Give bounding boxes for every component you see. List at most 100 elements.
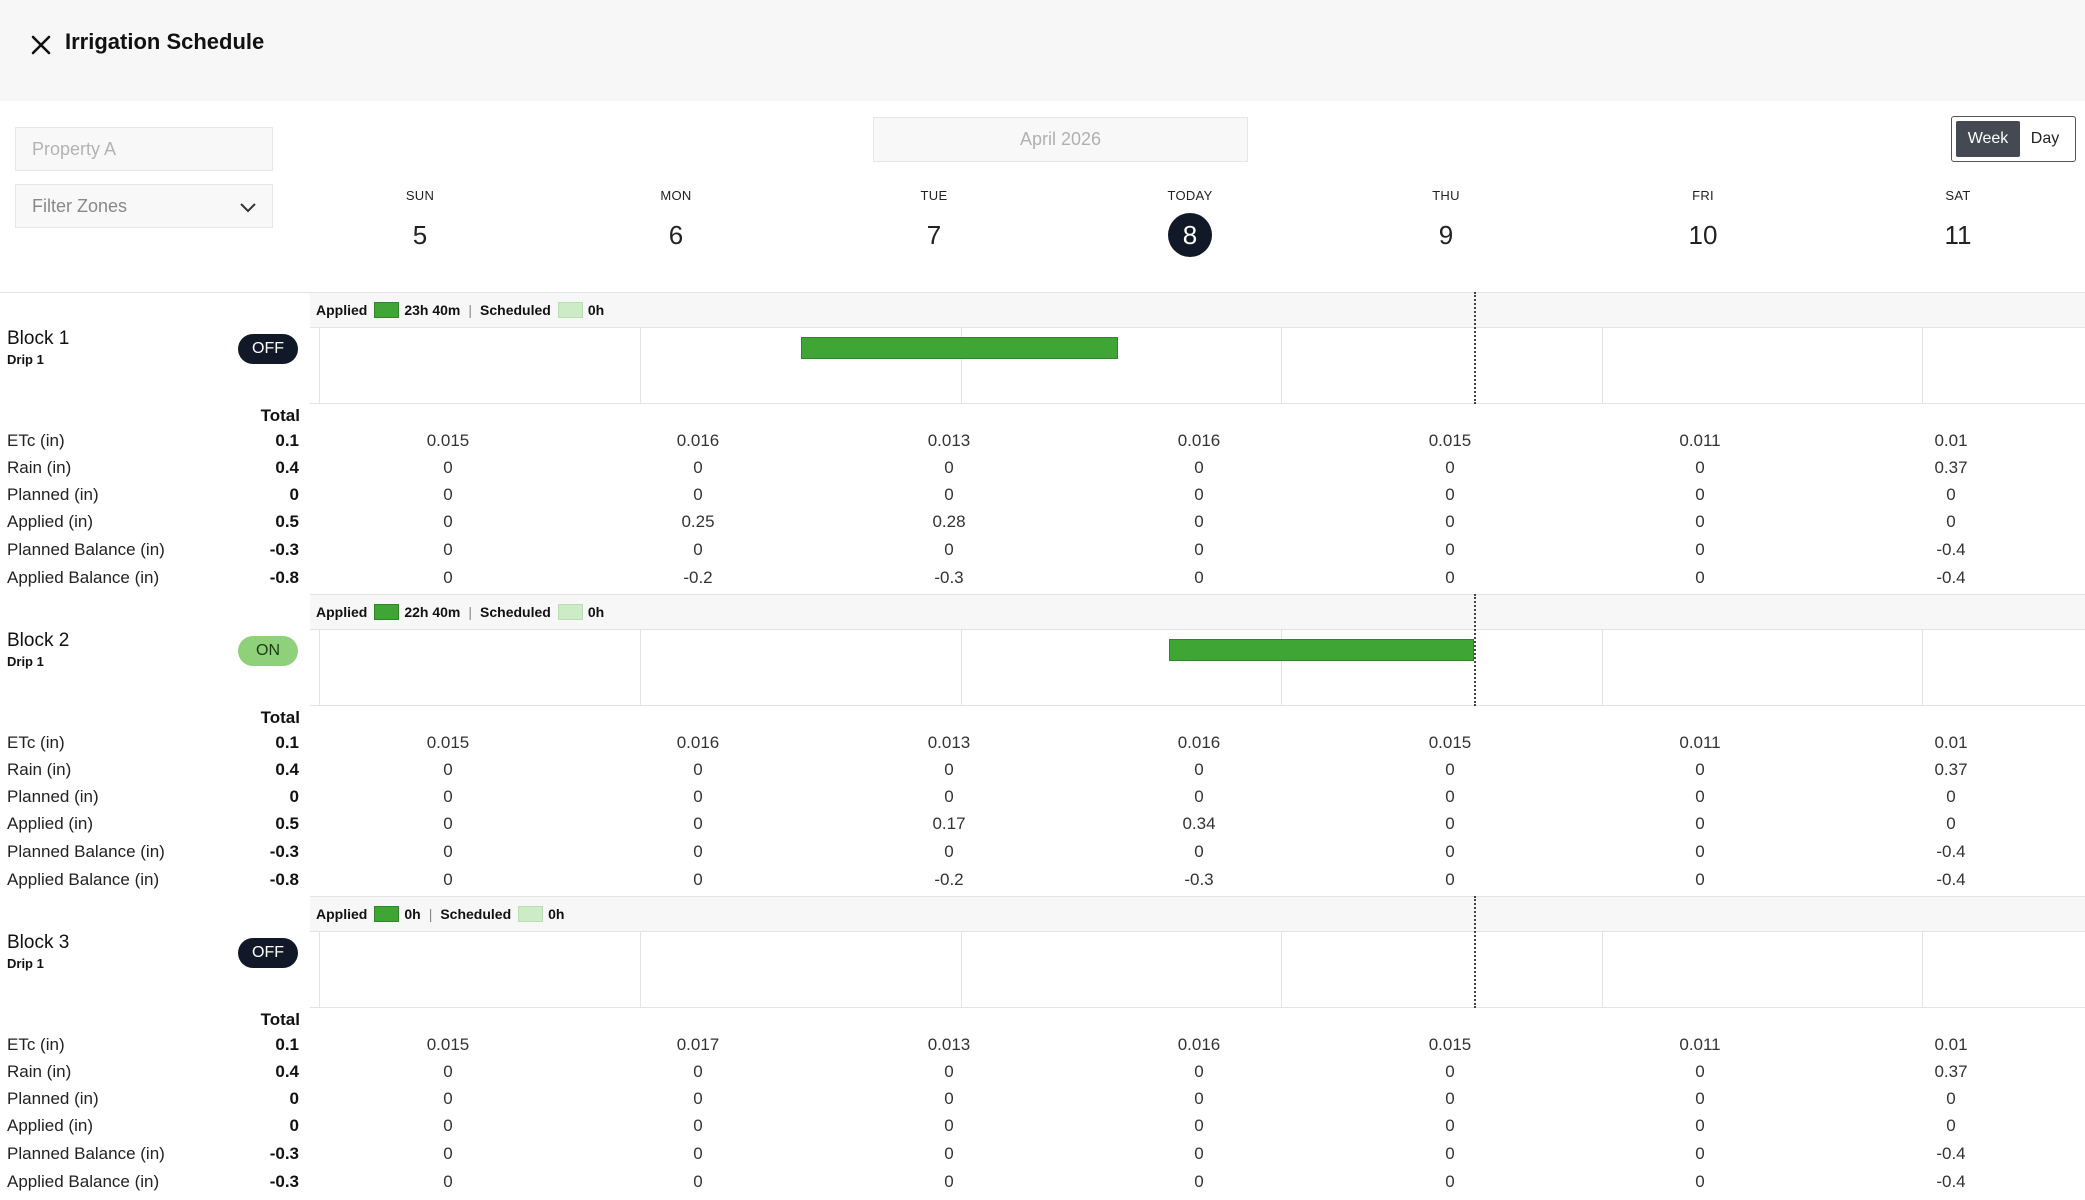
metric-value: 0 <box>1695 1172 1705 1191</box>
filter-zones-select[interactable]: Filter Zones <box>15 184 273 228</box>
metric-value: 0 <box>1445 540 1455 559</box>
block-timeline[interactable] <box>310 594 2085 706</box>
metric-total: -0.3 <box>269 540 299 559</box>
metric-value: 0 <box>693 870 703 889</box>
metric-value: 0 <box>443 485 453 504</box>
scheduled-legend-label: Scheduled <box>480 302 551 318</box>
close-button[interactable] <box>24 28 58 62</box>
metric-value: 0 <box>443 1089 453 1108</box>
metric-value: 0 <box>1194 512 1204 531</box>
metric-value: 0 <box>443 787 453 806</box>
metric-label: Applied Balance (in) <box>7 1172 160 1191</box>
day-view-button[interactable]: Day <box>2020 121 2070 157</box>
block-timeline[interactable] <box>310 292 2085 404</box>
metric-label: Applied (in) <box>7 512 93 531</box>
metric-value: 0 <box>944 1062 954 1081</box>
metric-value: -0.2 <box>934 870 964 889</box>
metric-value: 0 <box>443 1172 453 1191</box>
scheduled-legend-label: Scheduled <box>440 906 512 922</box>
metric-value: 0 <box>693 1144 703 1163</box>
day-gridline <box>319 630 320 706</box>
metric-label: ETc (in) <box>7 431 65 450</box>
metric-value: 0 <box>1194 787 1204 806</box>
day-name: THU <box>1432 188 1460 203</box>
block-status-toggle[interactable]: OFF <box>238 938 298 968</box>
day-header-today[interactable]: TODAY 8 <box>1130 188 1250 257</box>
metric-value: 0 <box>1445 1116 1455 1135</box>
day-gridline <box>640 630 641 706</box>
day-header-mon[interactable]: MON 6 <box>616 188 736 257</box>
metric-value: 0 <box>944 540 954 559</box>
metric-value: 0 <box>1695 540 1705 559</box>
metric-value: 0 <box>693 540 703 559</box>
metric-value: 0 <box>443 568 453 587</box>
block-timeline[interactable] <box>310 896 2085 1008</box>
block-name: Block 1 <box>7 328 70 349</box>
legend-separator: | <box>468 604 473 620</box>
metric-value: 0 <box>1695 458 1705 477</box>
day-gridline <box>319 328 320 404</box>
filter-zones-label: Filter Zones <box>32 195 128 216</box>
metric-total: 0 <box>289 1116 299 1135</box>
day-gridline <box>1922 328 1923 404</box>
day-header-sat[interactable]: SAT 11 <box>1898 188 2018 257</box>
week-view-button[interactable]: Week <box>1956 121 2020 157</box>
metric-value: 0 <box>944 1144 954 1163</box>
block-status-toggle[interactable]: ON <box>238 636 298 666</box>
metric-value: 0 <box>1695 814 1705 833</box>
block-status-toggle[interactable]: OFF <box>238 334 298 364</box>
day-header-sun[interactable]: SUN 5 <box>360 188 480 257</box>
total-header: Total <box>260 708 300 727</box>
block-name: Block 2 <box>7 630 70 651</box>
block-zone-type: Drip 1 <box>7 654 44 669</box>
metric-value: 0.017 <box>676 1035 720 1054</box>
day-header-thu[interactable]: THU 9 <box>1386 188 1506 257</box>
metric-total: -0.3 <box>269 842 299 861</box>
metric-value: 0.016 <box>676 733 720 752</box>
month-picker[interactable]: April 2026 <box>873 117 1248 162</box>
metric-value: 0 <box>443 540 453 559</box>
applied-total: 22h 40m <box>404 604 461 620</box>
scheduled-swatch <box>518 906 544 922</box>
block-zone-type: Drip 1 <box>7 956 44 971</box>
day-gridline <box>961 630 962 706</box>
day-name: SUN <box>405 188 435 203</box>
metric-value: 0 <box>1695 870 1705 889</box>
metric-value: 0 <box>1445 1062 1455 1081</box>
applied-irrigation-bar[interactable] <box>801 337 1118 359</box>
day-number: 7 <box>926 220 942 250</box>
day-gridline <box>1281 328 1282 404</box>
top-bar: Irrigation Schedule <box>0 0 2085 101</box>
page-title: Irrigation Schedule <box>65 29 265 54</box>
metric-total: 0 <box>289 1089 299 1108</box>
day-header-fri[interactable]: FRI 10 <box>1643 188 1763 257</box>
metric-value: 0.015 <box>426 431 470 450</box>
current-time-line <box>1474 896 1476 1008</box>
metric-total: 0.4 <box>275 1062 299 1081</box>
day-gridline <box>961 932 962 1008</box>
metric-value: 0 <box>1445 568 1455 587</box>
metric-value: -0.4 <box>1936 568 1966 587</box>
metric-value: 0 <box>443 1144 453 1163</box>
metric-value: 0 <box>1445 787 1455 806</box>
applied-irrigation-bar[interactable] <box>1169 639 1474 661</box>
metric-value: 0.016 <box>1177 733 1221 752</box>
metric-value: 0 <box>1445 458 1455 477</box>
metric-value: 0 <box>443 814 453 833</box>
metric-value: 0 <box>1946 485 1956 504</box>
property-input[interactable] <box>15 127 273 171</box>
metric-total: 0.1 <box>275 733 299 752</box>
day-gridline <box>319 932 320 1008</box>
metric-label: Rain (in) <box>7 1062 72 1081</box>
block-3: Block 3 Drip 1 OFF Applied 0h | Scheduled 0h Tot… <box>0 896 2085 1198</box>
day-gridline <box>1922 932 1923 1008</box>
block-zone-type: Drip 1 <box>7 352 44 367</box>
day-header-tue[interactable]: TUE 7 <box>874 188 994 257</box>
legend-separator: | <box>468 302 473 318</box>
metric-value: 0 <box>1695 760 1705 779</box>
metric-value: 0 <box>693 485 703 504</box>
metric-value: 0 <box>693 1089 703 1108</box>
metric-value: 0 <box>944 787 954 806</box>
metric-value: 0 <box>1695 1116 1705 1135</box>
chevron-down-icon <box>240 203 256 213</box>
